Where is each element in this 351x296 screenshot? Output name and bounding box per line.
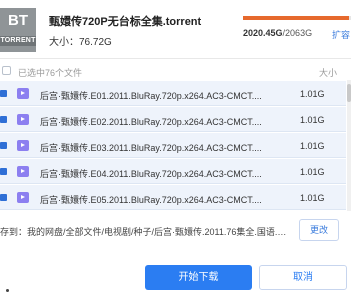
file-checkbox[interactable] — [0, 168, 7, 175]
torrent-header: BT TORRENT 甄嬛传720P无台标全集.torrent 大小：76.72… — [0, 0, 351, 58]
file-row[interactable]: 后宫·甄嬛传.E05.2011.BluRay.720p.x264.AC3-CMC… — [0, 185, 346, 210]
file-name: 后宫·甄嬛传.E01.2011.BluRay.720p.x264.AC3-CMC… — [40, 91, 262, 101]
header-divider — [0, 58, 351, 59]
cancel-button[interactable]: 取消 — [259, 265, 347, 290]
file-row[interactable]: 后宫·甄嬛传.E03.2011.BluRay.720p.x264.AC3-CMC… — [0, 133, 346, 158]
file-checkbox[interactable] — [0, 90, 7, 97]
file-name: 后宫·甄嬛传.E05.2011.BluRay.720p.x264.AC3-CMC… — [40, 195, 262, 205]
file-list-scrollbar[interactable] — [347, 80, 351, 211]
video-file-icon — [17, 140, 29, 151]
storage-used: 2020.45G — [243, 28, 283, 38]
file-size: 1.01G — [300, 193, 325, 203]
torrent-icon-label: TORRENT — [0, 36, 36, 46]
file-name: 后宫·甄嬛传.E03.2011.BluRay.720p.x264.AC3-CMC… — [40, 143, 262, 153]
torrent-file-icon: BT TORRENT — [0, 8, 36, 52]
file-checkbox[interactable] — [0, 116, 7, 123]
file-checkbox[interactable] — [0, 194, 7, 201]
file-list-header: 已选中76个文件 大小 — [0, 62, 351, 80]
storage-progress-fill — [243, 16, 349, 20]
storage-total: /2063G — [282, 28, 313, 38]
file-checkbox[interactable] — [0, 142, 7, 149]
file-row[interactable]: 后宫·甄嬛传.E02.2011.BluRay.720p.x264.AC3-CMC… — [0, 107, 346, 132]
expand-storage-link[interactable]: 扩容 — [332, 28, 350, 41]
video-file-icon — [17, 114, 29, 125]
torrent-icon-text: BT — [8, 12, 28, 29]
selected-count-label: 已选中76个文件 — [18, 68, 83, 78]
file-list: 后宫·甄嬛传.E01.2011.BluRay.720p.x264.AC3-CMC… — [0, 81, 346, 211]
select-all-checkbox[interactable] — [2, 66, 11, 75]
torrent-file-size: 大小：76.72G — [49, 37, 112, 48]
save-path-text: 存到：我的网盘/全部文件/电视剧/种子/后宫·甄嬛传.2011.76集全.国语.… — [0, 227, 295, 237]
file-name: 后宫·甄嬛传.E04.2011.BluRay.720p.x264.AC3-CMC… — [40, 169, 262, 179]
file-size: 1.01G — [300, 89, 325, 99]
torrent-file-name: 甄嬛传720P无台标全集.torrent — [49, 16, 202, 28]
bullet-dot — [6, 289, 9, 292]
scrollbar-thumb[interactable] — [347, 84, 351, 102]
file-row[interactable]: 后宫·甄嬛传.E04.2011.BluRay.720p.x264.AC3-CMC… — [0, 159, 346, 184]
video-file-icon — [17, 166, 29, 177]
file-size: 1.01G — [300, 141, 325, 151]
storage-usage: 2020.45G/2063G — [243, 28, 312, 38]
file-name: 后宫·甄嬛传.E02.2011.BluRay.720p.x264.AC3-CMC… — [40, 117, 262, 127]
size-column-header: 大小 — [318, 68, 337, 78]
file-row[interactable]: 后宫·甄嬛传.E01.2011.BluRay.720p.x264.AC3-CMC… — [0, 81, 346, 106]
storage-progress-bar — [243, 16, 351, 20]
file-size: 1.01G — [300, 167, 325, 177]
change-path-button[interactable]: 更改 — [299, 219, 339, 241]
start-download-button[interactable]: 开始下载 — [145, 265, 252, 290]
video-file-icon — [17, 192, 29, 203]
file-size: 1.01G — [300, 115, 325, 125]
video-file-icon — [17, 88, 29, 99]
